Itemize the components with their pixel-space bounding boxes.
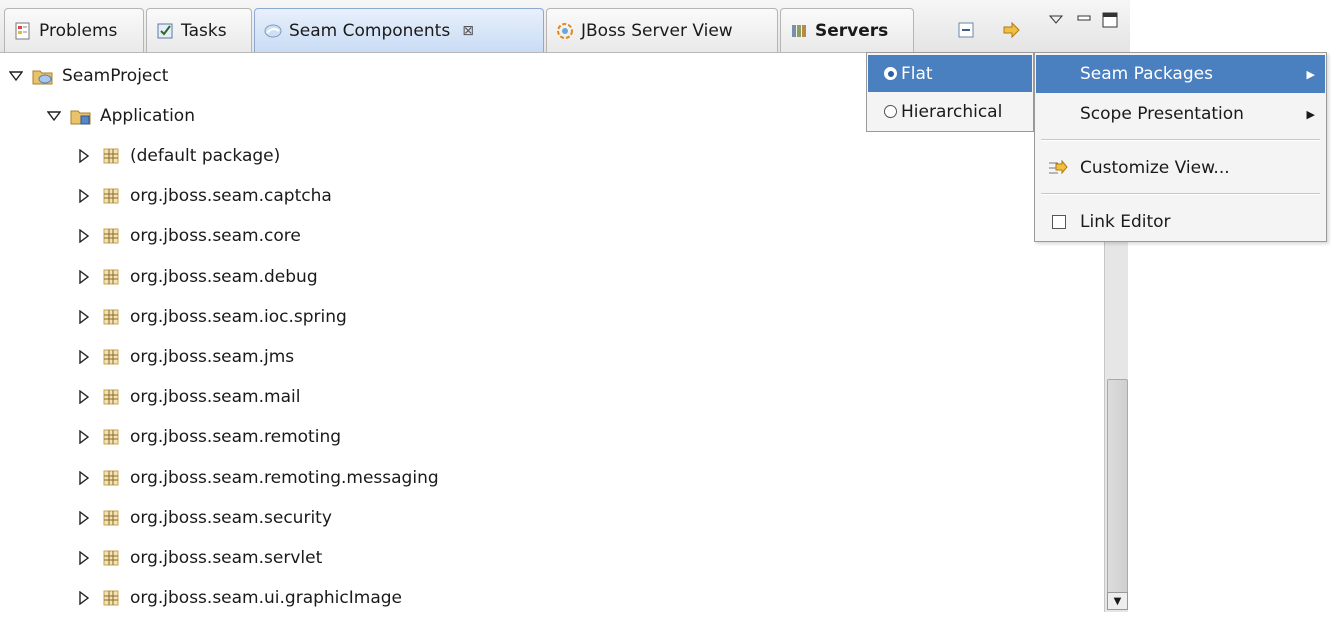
jboss-icon (555, 21, 575, 41)
seam-icon (263, 21, 283, 41)
tree-node-package[interactable]: org.jboss.seam.ioc.spring (76, 297, 347, 337)
view-tab-bar: Problems Tasks Seam Components ⊠ JBoss S… (0, 0, 1130, 53)
collapsed-arrow-icon[interactable] (76, 550, 92, 566)
tree-node-scope[interactable]: Application (46, 96, 195, 136)
package-icon (100, 225, 122, 247)
servers-icon (789, 21, 809, 41)
tree-node-package[interactable]: org.jboss.seam.security (76, 498, 332, 538)
collapse-all-icon[interactable] (954, 18, 978, 42)
tab-jboss-server-view[interactable]: JBoss Server View (546, 8, 778, 52)
seam-components-tree[interactable]: SeamProject Application (default package… (2, 54, 1104, 612)
minimize-icon[interactable] (1072, 6, 1096, 30)
package-icon (100, 306, 122, 328)
menu-item-customize-view[interactable]: Customize View... (1036, 149, 1325, 187)
package-icon (100, 346, 122, 368)
close-tab-icon[interactable]: ⊠ (462, 23, 474, 39)
tab-servers[interactable]: Servers (780, 8, 914, 52)
collapsed-arrow-icon[interactable] (76, 269, 92, 285)
problems-icon (13, 21, 33, 41)
package-label: org.jboss.seam.ui.graphicImage (130, 588, 402, 609)
customize-view-icon (1046, 157, 1068, 179)
view-menu-icon[interactable] (1044, 8, 1068, 32)
radio-unselected-icon (884, 105, 897, 118)
tab-problems[interactable]: Problems (4, 8, 144, 52)
tree-node-package[interactable]: org.jboss.seam.mail (76, 377, 300, 417)
submenu-arrow-icon: ▶ (1306, 67, 1315, 81)
tab-tasks[interactable]: Tasks (146, 8, 252, 52)
package-label: org.jboss.seam.servlet (130, 548, 323, 568)
scroll-down-icon[interactable]: ▼ (1107, 592, 1128, 610)
package-icon (100, 587, 122, 609)
collapsed-arrow-icon[interactable] (76, 389, 92, 405)
package-label: org.jboss.seam.remoting (130, 427, 342, 448)
radio-selected-icon (884, 67, 897, 80)
package-label: org.jboss.seam.remoting.messaging (130, 467, 439, 488)
tree-node-package[interactable]: org.jboss.seam.jms (76, 337, 294, 377)
package-icon (100, 507, 122, 529)
tasks-icon (155, 21, 175, 41)
package-label: (default package) (130, 146, 281, 166)
link-with-editor-icon[interactable] (1000, 18, 1024, 42)
tree-node-package[interactable]: org.jboss.seam.captcha (76, 176, 332, 216)
collapsed-arrow-icon[interactable] (76, 188, 92, 204)
collapsed-arrow-icon[interactable] (76, 228, 92, 244)
tree-node-package[interactable]: org.jboss.seam.remoting.messaging (76, 458, 439, 498)
package-icon (100, 467, 122, 489)
seam-project-icon (32, 65, 54, 87)
scope-folder-icon (70, 105, 92, 127)
tab-seam-components[interactable]: Seam Components ⊠ (254, 8, 544, 52)
package-label: org.jboss.seam.ioc.spring (130, 306, 347, 327)
collapsed-arrow-icon[interactable] (76, 470, 92, 486)
expanded-arrow-icon[interactable] (8, 68, 24, 84)
package-icon (100, 266, 122, 288)
package-label: org.jboss.seam.captcha (130, 186, 332, 207)
menu-separator (1041, 193, 1320, 195)
submenu-arrow-icon: ▶ (1306, 107, 1315, 121)
menu-item-scope-presentation[interactable]: Scope Presentation ▶ (1036, 95, 1325, 133)
view-menu: Seam Packages ▶ Scope Presentation ▶ Cus… (1034, 52, 1327, 242)
collapsed-arrow-icon[interactable] (76, 429, 92, 445)
tree-node-package[interactable]: org.jboss.seam.servlet (76, 538, 322, 578)
package-icon (100, 426, 122, 448)
scrollbar-thumb[interactable] (1107, 379, 1128, 596)
expanded-arrow-icon[interactable] (46, 108, 62, 124)
tree-node-package[interactable]: org.jboss.seam.debug (76, 257, 318, 297)
menu-item-link-editor[interactable]: Link Editor (1036, 203, 1325, 241)
package-label: org.jboss.seam.debug (130, 266, 318, 287)
tree-node-package[interactable]: org.jboss.seam.core (76, 216, 301, 256)
checkbox-unchecked-icon (1052, 215, 1066, 229)
tree-node-project[interactable]: SeamProject (8, 56, 168, 96)
package-label: org.jboss.seam.core (130, 226, 301, 247)
package-icon (100, 547, 122, 569)
collapsed-arrow-icon[interactable] (76, 590, 92, 606)
collapsed-arrow-icon[interactable] (76, 309, 92, 325)
package-label: org.jboss.seam.mail (130, 387, 301, 408)
menu-separator (1041, 139, 1320, 141)
package-label: org.jboss.seam.jms (130, 347, 295, 367)
package-icon (100, 145, 122, 167)
menu-item-flat[interactable]: Flat (868, 55, 1032, 92)
tree-node-package[interactable]: org.jboss.seam.remoting (76, 417, 341, 457)
menu-item-seam-packages[interactable]: Seam Packages ▶ (1036, 55, 1325, 93)
collapsed-arrow-icon[interactable] (76, 510, 92, 526)
menu-item-hierarchical[interactable]: Hierarchical (868, 93, 1032, 130)
package-icon (100, 185, 122, 207)
collapsed-arrow-icon[interactable] (76, 148, 92, 164)
tree-node-package[interactable]: (default package) (76, 136, 280, 176)
tree-node-package[interactable]: org.jboss.seam.ui.graphicImage (76, 578, 402, 612)
seam-packages-submenu: Flat Hierarchical (866, 52, 1034, 132)
maximize-icon[interactable] (1098, 8, 1122, 32)
package-label: org.jboss.seam.security (130, 507, 332, 528)
collapsed-arrow-icon[interactable] (76, 349, 92, 365)
package-icon (100, 386, 122, 408)
